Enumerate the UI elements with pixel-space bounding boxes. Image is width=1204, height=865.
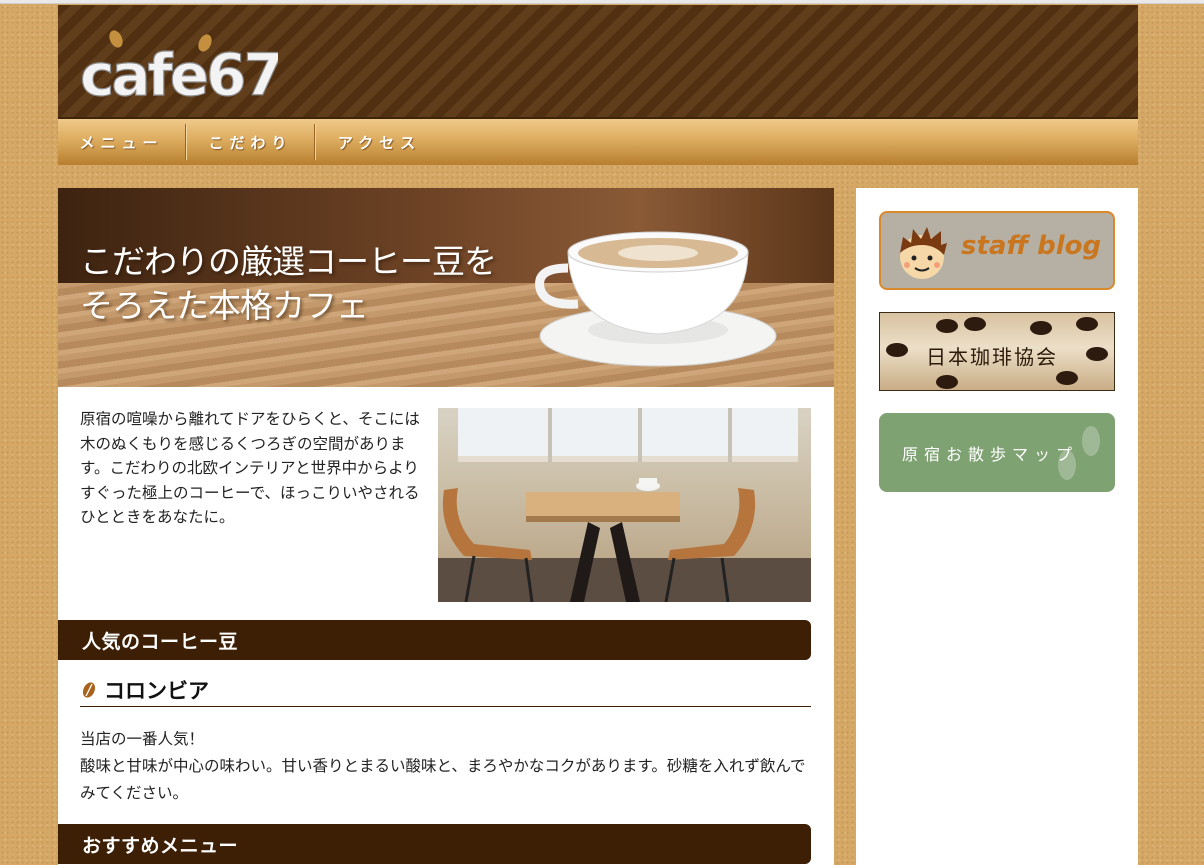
hero-headline: こだわりの厳選コーヒー豆を そろえた本格カフェ [80, 240, 497, 328]
cafe67-logo[interactable]: cafe67 [78, 23, 278, 103]
colombia-desc-line-1: 当店の一番人気！ [80, 730, 205, 748]
popular-beans-heading: 人気のコーヒー豆 [58, 620, 811, 660]
svg-text:cafe67: cafe67 [80, 41, 278, 103]
colombia-desc-line-2: 酸味と甘味が中心の味わい。甘い香りとまるい酸味と、まろやかなコクがあります。砂糖… [80, 757, 806, 802]
colombia-heading: コロンビア [80, 674, 811, 707]
browser-top-edge [0, 0, 1204, 4]
sidebar: staff blog 日本珈琲協会 原宿お散歩マップ [856, 188, 1138, 865]
nav-item-access[interactable]: アクセス [316, 125, 443, 159]
harajuku-walk-map-banner[interactable]: 原宿お散歩マップ [879, 413, 1115, 492]
main-nav: メニュー こだわり アクセス [58, 119, 1138, 165]
colombia-title: コロンビア [104, 679, 209, 703]
colombia-description: 当店の一番人気！ 酸味と甘味が中心の味わい。甘い香りとまるい酸味と、まろやかなコ… [80, 726, 811, 807]
staff-blog-label: staff blog [961, 231, 1102, 261]
walk-map-label: 原宿お散歩マップ [902, 445, 1079, 464]
hero-line-1: こだわりの厳選コーヒー豆を [80, 242, 497, 281]
coffee-cup-image [535, 231, 777, 367]
bean-decoration [1056, 371, 1078, 385]
cafe-interior-photo [438, 408, 811, 602]
staff-face-icon [900, 227, 947, 279]
nav-item-menu[interactable]: メニュー [58, 125, 185, 159]
japan-coffee-association-banner[interactable]: 日本珈琲協会 [879, 312, 1115, 391]
bean-decoration [1030, 321, 1052, 335]
coffee-bean-icon [82, 682, 96, 698]
bean-decoration [964, 317, 986, 331]
nav-item-kodawari[interactable]: こだわり [187, 125, 314, 159]
site-header: cafe67 [58, 5, 1138, 119]
bean-decoration [936, 319, 958, 333]
hero-banner: こだわりの厳選コーヒー豆を そろえた本格カフェ [58, 188, 834, 387]
hero-line-2: そろえた本格カフェ [80, 286, 369, 325]
staff-blog-banner[interactable]: staff blog [879, 211, 1115, 290]
bean-decoration [886, 343, 908, 357]
bean-decoration [1076, 317, 1098, 331]
intro-paragraph: 原宿の喧噪から離れてドアをひらくと、そこには木のぬくもりを感じるくつろぎの空間が… [80, 410, 420, 526]
main-content: こだわりの厳選コーヒー豆を そろえた本格カフェ 原宿の喧噪から離れてドアをひらく… [58, 188, 834, 865]
bean-decoration [936, 375, 958, 389]
recommended-menu-heading: おすすめメニュー [58, 824, 811, 864]
association-label: 日本珈琲協会 [926, 345, 1058, 369]
table-chairs-illustration [442, 478, 756, 602]
bean-decoration [1086, 347, 1108, 361]
